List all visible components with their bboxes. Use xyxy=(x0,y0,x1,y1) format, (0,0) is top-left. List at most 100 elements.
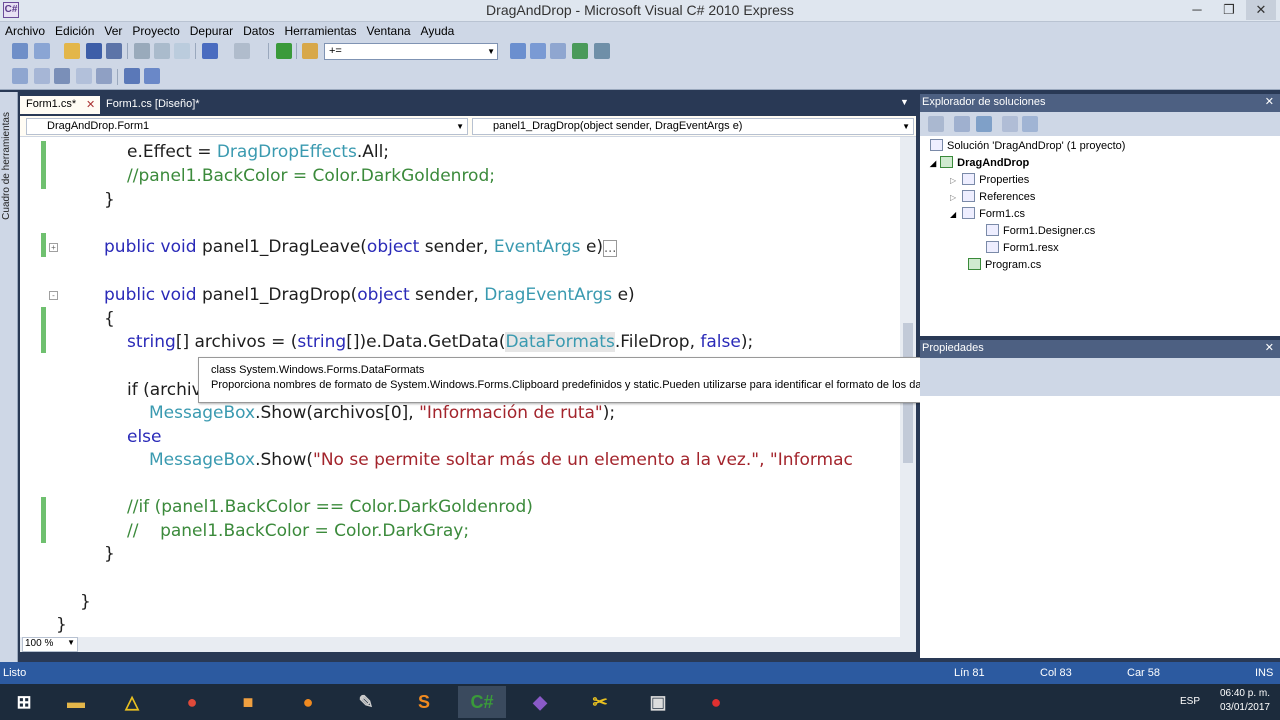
solution-explorer-icon[interactable] xyxy=(510,43,526,59)
find-combo[interactable]: += ▼ xyxy=(324,43,498,60)
tree-solution[interactable]: Solución 'DragAndDrop' (1 proyecto) xyxy=(930,139,1125,152)
menu-ayuda[interactable]: Ayuda xyxy=(416,22,460,38)
collapse-arrow-icon[interactable]: ▷ xyxy=(950,193,956,202)
tree-form1-resx[interactable]: Form1.resx xyxy=(986,241,1059,254)
copy-icon[interactable] xyxy=(154,43,170,59)
member-dropdown-value: panel1_DragDrop(object sender, DragEvent… xyxy=(493,120,743,132)
start-debug-icon[interactable] xyxy=(276,43,292,59)
zoom-dropdown[interactable]: 100 % ▼ xyxy=(22,637,78,652)
form-icon xyxy=(962,207,976,219)
column-number: Col 83 xyxy=(1040,667,1072,679)
outdent-icon[interactable] xyxy=(96,68,112,84)
tools-icon[interactable]: ✂ xyxy=(576,686,624,718)
warning-app-icon[interactable]: △ xyxy=(108,686,156,718)
properties-icon[interactable] xyxy=(928,116,944,132)
save-icon[interactable] xyxy=(86,43,102,59)
file-explorer-icon[interactable]: ▬ xyxy=(52,686,100,718)
start-page-icon[interactable] xyxy=(594,43,610,59)
member-list-icon[interactable] xyxy=(12,68,28,84)
toolbox-icon[interactable] xyxy=(572,43,588,59)
show-all-files-icon[interactable] xyxy=(954,116,970,132)
tab-form1-code[interactable]: Form1.cs* ✕ xyxy=(20,96,100,114)
tab-form1-design[interactable]: Form1.cs [Diseño]* xyxy=(100,96,220,114)
record-icon[interactable]: ● xyxy=(692,686,740,718)
add-item-icon[interactable] xyxy=(34,43,50,59)
sublime-text-icon[interactable]: S xyxy=(400,686,448,718)
change-marker xyxy=(41,233,46,257)
quick-info-icon[interactable] xyxy=(54,68,70,84)
redo-icon[interactable] xyxy=(234,43,250,59)
open-folder-icon[interactable] xyxy=(64,43,80,59)
chevron-down-icon[interactable]: ▼ xyxy=(900,97,909,107)
uncomment-icon[interactable] xyxy=(144,68,160,84)
class-dropdown-value: DragAndDrop.Form1 xyxy=(47,120,150,132)
language-indicator[interactable]: ESP xyxy=(1180,696,1200,707)
visual-studio-icon[interactable]: ◆ xyxy=(516,686,564,718)
chrome-icon[interactable]: ● xyxy=(168,686,216,718)
code-line: } xyxy=(80,592,91,612)
new-project-icon[interactable] xyxy=(12,43,28,59)
collapsed-region[interactable]: ... xyxy=(603,240,618,257)
word-complete-icon[interactable] xyxy=(76,68,92,84)
maximize-button[interactable]: ❐ xyxy=(1214,0,1244,20)
menu-herramientas[interactable]: Herramientas xyxy=(279,22,361,38)
tree-form1[interactable]: ◢ Form1.cs xyxy=(950,207,1025,220)
expand-arrow-icon[interactable]: ◢ xyxy=(930,159,936,168)
close-icon[interactable]: ✕ xyxy=(86,98,95,111)
app-orange-icon[interactable]: ● xyxy=(284,686,332,718)
paste-icon[interactable] xyxy=(174,43,190,59)
code-line: string[] archivos = (string[])e.Data.Get… xyxy=(127,332,754,352)
undo-icon[interactable] xyxy=(202,43,218,59)
save-all-icon[interactable] xyxy=(106,43,122,59)
toolbox-strip[interactable]: Cuadro de herramientas xyxy=(0,92,18,662)
properties-icon[interactable] xyxy=(530,43,546,59)
menu-ventana[interactable]: Ventana xyxy=(362,22,416,38)
tree-properties[interactable]: ▷ Properties xyxy=(950,173,1029,186)
menu-ver[interactable]: Ver xyxy=(99,22,127,38)
comment-icon[interactable] xyxy=(124,68,140,84)
tree-program[interactable]: Program.cs xyxy=(968,258,1041,271)
tree-form1-designer[interactable]: Form1.Designer.cs xyxy=(986,224,1095,237)
minimize-button[interactable]: ─ xyxy=(1182,0,1212,20)
clock[interactable]: 06:40 p. m. 03/01/2017 xyxy=(1220,687,1270,715)
references-folder-icon xyxy=(962,190,976,202)
menu-datos[interactable]: Datos xyxy=(238,22,279,38)
code-line: } xyxy=(56,615,67,635)
close-icon[interactable]: ✕ xyxy=(1265,341,1274,354)
menu-proyecto[interactable]: Proyecto xyxy=(127,22,184,38)
image-app-icon[interactable]: ▣ xyxy=(634,686,682,718)
toolbox-label: Cuadro de herramientas xyxy=(1,112,12,220)
find-in-files-icon[interactable] xyxy=(302,43,318,59)
visual-csharp-icon[interactable]: C# xyxy=(458,686,506,718)
object-browser-icon[interactable] xyxy=(550,43,566,59)
windows-start-icon[interactable]: ⊞ xyxy=(0,686,48,718)
cut-icon[interactable] xyxy=(134,43,150,59)
expand-arrow-icon[interactable]: ◢ xyxy=(950,210,956,219)
code-line: } xyxy=(104,190,115,210)
parameter-info-icon[interactable] xyxy=(34,68,50,84)
horizontal-scrollbar[interactable]: 100 % ▼ xyxy=(20,637,916,652)
csharp-project-icon xyxy=(940,156,954,168)
collapse-arrow-icon[interactable]: ▷ xyxy=(950,176,956,185)
expand-icon[interactable]: + xyxy=(49,243,58,252)
close-button[interactable]: ✕ xyxy=(1246,0,1276,20)
code-line: //if (panel1.BackColor == Color.DarkGold… xyxy=(127,497,533,517)
line-number: Lín 81 xyxy=(954,667,985,679)
app-gray-icon[interactable]: ✎ xyxy=(342,686,390,718)
menu-archivo[interactable]: Archivo xyxy=(0,22,50,38)
media-player-icon[interactable]: ■ xyxy=(224,686,272,718)
clock-time: 06:40 p. m. xyxy=(1219,688,1270,699)
view-code-icon[interactable] xyxy=(1002,116,1018,132)
close-icon[interactable]: ✕ xyxy=(1265,95,1274,108)
member-dropdown[interactable]: panel1_DragDrop(object sender, DragEvent… xyxy=(472,118,914,135)
menu-edicion[interactable]: Edición xyxy=(50,22,99,38)
collapse-icon[interactable]: - xyxy=(49,291,58,300)
code-line: else xyxy=(127,427,162,447)
code-line: MessageBox.Show(archivos[0], "Informació… xyxy=(149,403,616,423)
view-designer-icon[interactable] xyxy=(1022,116,1038,132)
class-dropdown[interactable]: DragAndDrop.Form1 ▼ xyxy=(26,118,468,135)
tree-references[interactable]: ▷ References xyxy=(950,190,1035,203)
tree-project[interactable]: ◢ DragAndDrop xyxy=(930,156,1029,169)
menu-depurar[interactable]: Depurar xyxy=(185,22,238,38)
refresh-icon[interactable] xyxy=(976,116,992,132)
